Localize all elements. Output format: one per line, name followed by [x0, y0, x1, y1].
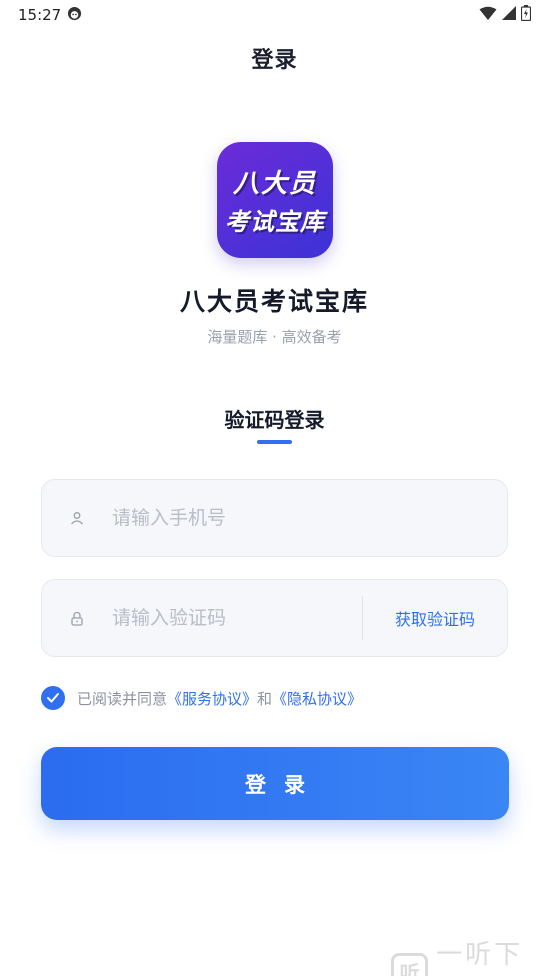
phone-input[interactable] — [112, 480, 507, 556]
agreement-conjunction: 和 — [257, 689, 273, 708]
agreement-checkbox[interactable] — [41, 686, 65, 710]
watermark-logo: 听 — [391, 953, 429, 976]
watermark: 听 一听下载 — [391, 934, 549, 976]
face-icon — [67, 6, 82, 25]
app-logo-line2: 考试宝库 — [225, 208, 325, 236]
wifi-icon — [479, 6, 497, 25]
battery-icon — [520, 5, 532, 25]
app-slogan: 海量题库 · 高效备考 — [207, 328, 342, 346]
app-logo-line1: 八大员 — [232, 169, 317, 199]
signal-icon — [501, 5, 517, 25]
tab-active-indicator — [257, 440, 292, 444]
page-title: 登录 — [251, 48, 298, 73]
agreement-row: 已阅读并同意 《服务协议》 和 《隐私协议》 — [41, 686, 362, 710]
phone-field — [41, 479, 508, 557]
tab-code-login[interactable]: 验证码登录 — [0, 404, 549, 433]
status-left: 15:27 — [18, 6, 82, 25]
service-agreement-link[interactable]: 《服务协议》 — [167, 688, 257, 709]
code-input[interactable] — [112, 580, 362, 656]
login-button[interactable]: 登录 — [41, 747, 509, 820]
agreement-prefix: 已阅读并同意 — [77, 689, 168, 708]
status-right — [479, 5, 532, 25]
app-logo: 八大员 考试宝库 — [217, 142, 333, 258]
privacy-agreement-link[interactable]: 《隐私协议》 — [272, 688, 362, 709]
check-icon — [47, 693, 59, 703]
get-code-button[interactable]: 获取验证码 — [363, 606, 507, 630]
app-name: 八大员考试宝库 — [179, 287, 369, 316]
lock-icon — [42, 611, 112, 626]
status-bar: 15:27 — [0, 0, 549, 30]
user-icon — [42, 511, 112, 525]
status-time: 15:27 — [18, 6, 62, 24]
watermark-text: 一听下载 — [436, 940, 524, 970]
code-field: 获取验证码 — [41, 579, 508, 657]
